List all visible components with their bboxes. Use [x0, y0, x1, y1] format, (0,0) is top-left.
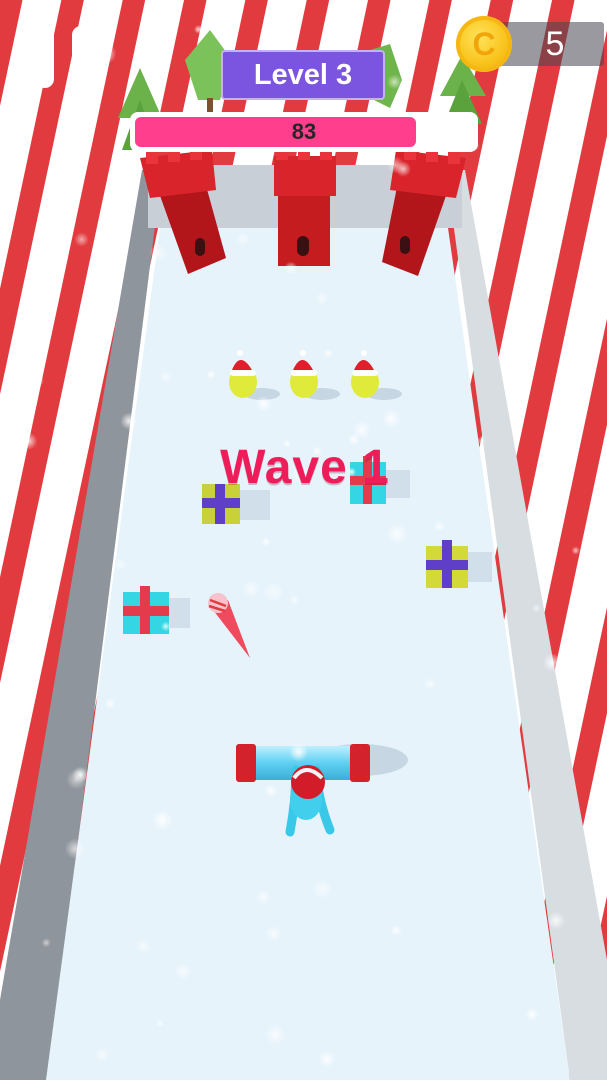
snowflake [74, 232, 89, 247]
enemy-tower-center [274, 148, 336, 266]
snowflake [390, 924, 402, 937]
snowflake [326, 19, 340, 33]
snowflake [160, 621, 171, 632]
snowflake [194, 25, 203, 34]
snowflake [255, 395, 272, 412]
snowflake [113, 558, 127, 571]
snowflake [312, 879, 333, 899]
snowflake [149, 244, 168, 263]
snowflake [424, 678, 437, 690]
snowflake [386, 156, 404, 174]
snowflake [95, 43, 117, 65]
snowflake [433, 520, 446, 533]
snowflake [542, 653, 562, 673]
snowflake [261, 537, 271, 547]
snowflake [61, 464, 84, 486]
snowflake [159, 371, 172, 384]
snowflake [152, 810, 173, 831]
snowflake [477, 436, 487, 446]
snowflake [135, 938, 151, 954]
snowflake [72, 766, 89, 783]
coin-icon: C [456, 16, 512, 72]
snowflake [23, 387, 39, 403]
snowflake [323, 348, 334, 359]
snowflake [206, 370, 216, 380]
snowflake [531, 603, 542, 613]
snowflake [546, 911, 566, 930]
coin-count: 5 [545, 24, 565, 63]
game-scene [0, 0, 607, 1080]
progress-value: 83 [291, 119, 317, 144]
snowflake [387, 74, 402, 90]
snowflake [566, 340, 581, 355]
snowflake [264, 1024, 286, 1046]
snowflake [256, 889, 271, 905]
snowflake [107, 321, 117, 330]
level-badge: Level 3 [221, 50, 385, 100]
snowflake [104, 698, 116, 710]
snowflake [32, 375, 45, 387]
snowflake [525, 1007, 539, 1021]
pause-button[interactable] [36, 26, 96, 90]
snowflake [19, 432, 38, 450]
snowflake [156, 1019, 164, 1028]
snowflake [236, 232, 250, 246]
snowflake [571, 546, 580, 555]
snowflake [386, 523, 408, 545]
snowflake [318, 1050, 336, 1068]
snowflake [264, 784, 278, 797]
snowflake [95, 1047, 110, 1062]
snowflake [284, 261, 298, 276]
level-label: Level 3 [253, 58, 353, 91]
snowflake [120, 412, 138, 430]
snowflake [64, 838, 86, 859]
snowflake [242, 580, 261, 598]
snowflake [96, 35, 106, 45]
snowflake [382, 409, 401, 429]
snowflake [570, 645, 584, 659]
snowflake [491, 184, 505, 198]
snowflake [5, 156, 24, 175]
snowflake [265, 925, 282, 942]
snowflake [289, 742, 309, 762]
snowflake [41, 938, 51, 948]
snowflake [315, 292, 329, 305]
wave-title: Wave 1 [220, 440, 390, 494]
snowflake [263, 581, 285, 603]
snowflake [289, 595, 300, 605]
coin-glyph: C [472, 25, 496, 62]
snowflake [175, 963, 192, 980]
progress-bar: 83 [130, 112, 478, 152]
